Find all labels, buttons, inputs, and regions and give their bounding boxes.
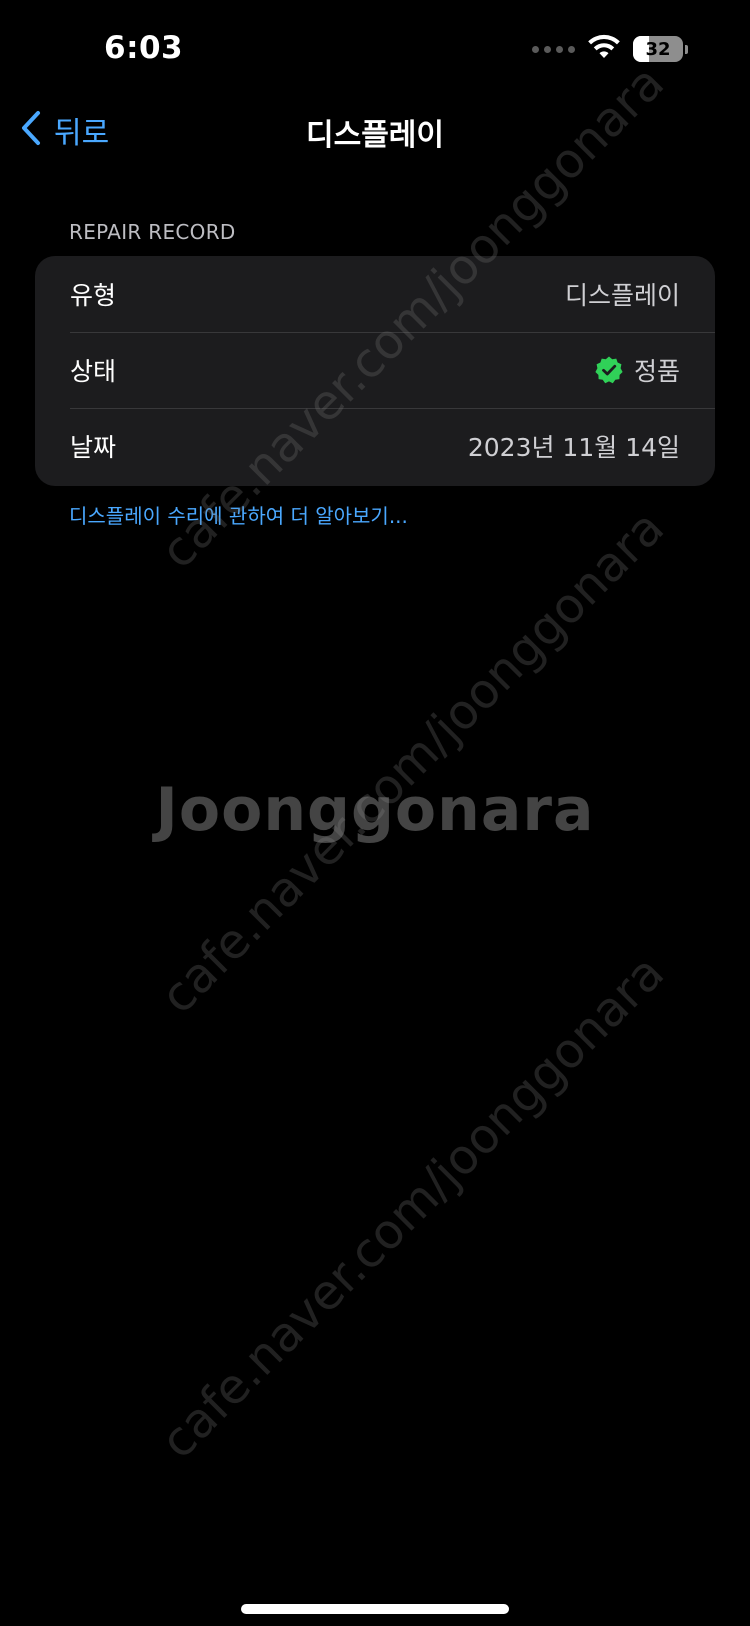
cellular-signal-icon [532, 45, 575, 53]
watermark-url: cafe.naver.com/joonggonara [150, 944, 675, 1470]
row-type-value: 디스플레이 [564, 281, 680, 310]
page-title: 디스플레이 [306, 118, 444, 153]
home-indicator[interactable] [241, 1604, 509, 1614]
row-date: 날짜 2023년 11월 14일 [35, 408, 715, 484]
verified-check-icon [594, 355, 624, 385]
row-type-label: 유형 [70, 281, 117, 310]
battery-cap [685, 44, 688, 54]
battery-level: 32 [645, 38, 671, 60]
row-status-value: 정품 [633, 357, 680, 386]
learn-more-link[interactable]: 디스플레이 수리에 관하여 더 알아보기... [69, 500, 408, 529]
status-bar: 6:03 32 [0, 0, 750, 100]
battery-icon: 32 [633, 36, 683, 62]
row-date-value: 2023년 11월 14일 [467, 433, 680, 462]
row-status: 상태 정품 [35, 332, 715, 408]
row-date-label: 날짜 [70, 433, 117, 462]
watermark-url: cafe.naver.com/joonggonara [150, 499, 675, 1025]
watermark-logo: Joonggonara [155, 775, 595, 845]
row-status-value-group: 정품 [594, 352, 680, 388]
row-status-label: 상태 [70, 357, 117, 386]
row-type: 유형 디스플레이 [35, 256, 715, 332]
repair-record-card: 유형 디스플레이 상태 정품 날짜 2023년 11월 14일 [35, 256, 715, 486]
section-header-repair-record: REPAIR RECORD [69, 220, 236, 244]
wifi-icon [587, 34, 621, 64]
status-icons: 32 [532, 34, 688, 64]
navigation-bar: 뒤로 디스플레이 [0, 100, 750, 164]
status-time: 6:03 [104, 30, 184, 66]
